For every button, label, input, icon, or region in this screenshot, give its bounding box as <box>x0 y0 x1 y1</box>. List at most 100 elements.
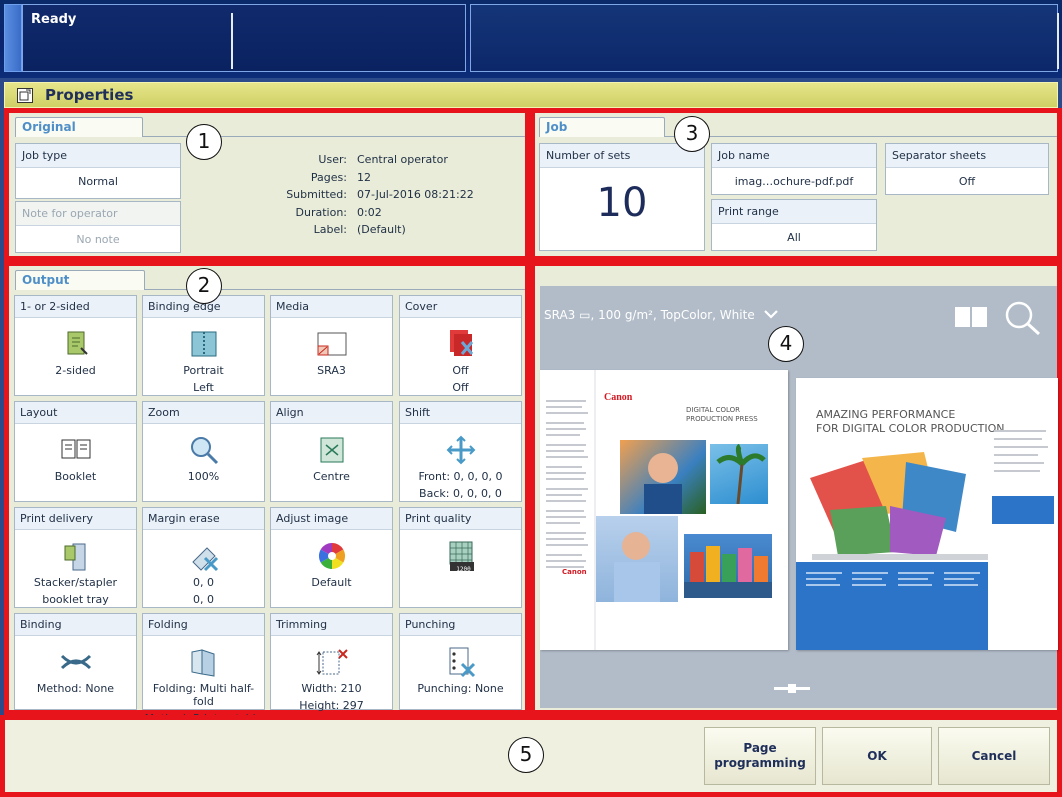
page-programming-button[interactable]: Page programming <box>704 727 816 785</box>
output-card-value: Off <box>452 364 469 377</box>
output-card-adjust-image[interactable]: Adjust image Default <box>270 507 393 608</box>
callout-3: 3 <box>674 116 710 152</box>
page-text-column <box>994 430 1052 492</box>
status-panel[interactable]: Ready <box>22 4 466 72</box>
output-card-label: Print quality <box>400 508 521 530</box>
page-navigation-handle[interactable] <box>774 682 810 697</box>
tab-job[interactable]: Job <box>539 117 665 137</box>
note-for-operator-field: Note for operator No note <box>15 201 181 253</box>
ok-button[interactable]: OK <box>822 727 932 785</box>
job-name-label: Job name <box>712 144 876 168</box>
job-type-label: Job type <box>16 144 180 168</box>
output-card-value: Folding: Multi half-fold <box>152 682 255 708</box>
output-card-value: Off <box>452 381 469 394</box>
number-of-sets-field[interactable]: Number of sets 10 <box>539 143 705 251</box>
separator-sheets-label: Separator sheets <box>886 144 1048 168</box>
output-card-value: 100% <box>187 470 220 483</box>
info-row-duration: Duration: 0:02 <box>197 206 474 224</box>
output-card-shift[interactable]: Shift Front: 0, 0, 0, 0 Back: 0, 0, 0, 0 <box>399 401 522 502</box>
binding-icon <box>59 646 93 678</box>
job-type-value: Normal <box>78 175 118 188</box>
output-card-label: Zoom <box>143 402 264 424</box>
printer-image <box>812 554 988 560</box>
divider <box>1057 13 1059 69</box>
output-card-label: Shift <box>400 402 521 424</box>
page-text-column <box>544 392 592 622</box>
output-card-label: Align <box>271 402 392 424</box>
output-card-margin-erase[interactable]: Margin erase 0, 0 0, 0 <box>142 507 265 608</box>
info-value: (Default) <box>357 223 406 236</box>
info-key: Duration: <box>295 205 347 219</box>
output-card-label: Layout <box>15 402 136 424</box>
number-of-sets-value: 10 <box>596 180 648 226</box>
output-card-label: Media <box>271 296 392 318</box>
preview-page-left[interactable]: Canon DIGITAL COLOR PRODUCTION PRESS Can… <box>540 370 788 650</box>
photo-tile <box>620 440 706 514</box>
margin-erase-icon <box>187 540 221 572</box>
output-card-cover[interactable]: Cover Off Off <box>399 295 522 396</box>
output-card-punching[interactable]: Punching Punching: None <box>399 613 522 710</box>
output-card-zoom[interactable]: Zoom 100% <box>142 401 265 502</box>
job-type-field[interactable]: Job type Normal <box>15 143 181 199</box>
output-card-align[interactable]: Align Centre <box>270 401 393 502</box>
callout-1: 1 <box>186 124 222 160</box>
tab-output[interactable]: Output <box>15 270 145 290</box>
divider <box>231 13 233 69</box>
output-card-binding-edge[interactable]: Binding edge Portrait Left <box>142 295 265 396</box>
chevron-down-icon[interactable] <box>759 308 779 322</box>
output-card-print-quality[interactable]: Print quality 1200 <box>399 507 522 608</box>
output-card-value: 0, 0 <box>193 576 214 589</box>
tab-original[interactable]: Original <box>15 117 143 137</box>
output-card-value: Stacker/stapler <box>33 576 118 589</box>
layout-icon <box>59 434 93 466</box>
status-panel-right[interactable] <box>470 4 1059 72</box>
separator-sheets-field[interactable]: Separator sheets Off <box>885 143 1049 195</box>
output-card-label: Binding <box>15 614 136 636</box>
media-icon <box>315 328 349 360</box>
preview-page-right[interactable]: AMAZING PERFORMANCE FOR DIGITAL COLOR PR… <box>796 378 1058 650</box>
magnifier-icon[interactable] <box>1004 300 1042 339</box>
info-key: User: <box>318 153 347 166</box>
output-card-binding[interactable]: Binding Method: None <box>14 613 137 710</box>
note-label: Note for operator <box>16 202 180 226</box>
canon-logo: Canon <box>604 392 633 403</box>
page-divider <box>594 370 596 650</box>
output-card-1-or-2-sided[interactable]: 1- or 2-sided 2-sided <box>14 295 137 396</box>
output-card-value: Method: None <box>36 682 115 695</box>
note-value: No note <box>76 233 120 246</box>
output-card-media[interactable]: Media SRA3 <box>270 295 393 396</box>
two-sided-icon <box>59 328 93 360</box>
page-headline: DIGITAL COLOR PRODUCTION PRESS <box>686 406 758 424</box>
blue-band <box>796 562 988 650</box>
output-card-folding[interactable]: FoldingFolding: Multi half-foldMethod: P… <box>142 613 265 725</box>
job-name-field[interactable]: Job name imag…ochure-pdf.pdf <box>711 143 877 195</box>
page-programming-label: Page programming <box>714 741 806 770</box>
print-range-value: All <box>787 231 801 244</box>
media-summary[interactable]: SRA3 ▭, 100 g/m², TopColor, White <box>544 308 779 322</box>
output-card-layout[interactable]: Layout Booklet <box>14 401 137 502</box>
output-card-value: 0, 0 <box>193 593 214 606</box>
info-key: Pages: <box>310 170 347 184</box>
separator-sheets-value: Off <box>958 175 976 188</box>
output-card-value: Portrait <box>183 364 224 377</box>
info-row-pages: Pages: 12 <box>197 171 474 189</box>
output-card-print-delivery[interactable]: Print delivery Stacker/stapler booklet tra… <box>14 507 137 608</box>
cancel-button[interactable]: Cancel <box>938 727 1050 785</box>
headline-line-2: FOR DIGITAL COLOR PRODUCTION <box>816 422 1005 435</box>
output-card-label: 1- or 2-sided <box>15 296 136 318</box>
binding-edge-icon <box>187 328 221 360</box>
color-wheel-icon <box>315 540 349 572</box>
output-card-trimming[interactable]: Trimming Width: 210 Height: 297 <box>270 613 393 712</box>
callout-2: 2 <box>186 268 222 304</box>
info-key: Submitted: <box>286 188 347 201</box>
photo-tile <box>684 534 772 598</box>
print-quality-badge: 1200 <box>456 566 471 573</box>
book-view-icon[interactable] <box>954 304 988 333</box>
punching-icon <box>444 646 478 678</box>
properties-icon <box>17 88 33 103</box>
photo-tile <box>710 443 768 505</box>
info-value: 12 <box>357 170 371 184</box>
output-card-value: Booklet <box>54 470 97 483</box>
output-card-label: Punching <box>400 614 521 636</box>
print-range-field[interactable]: Print range All <box>711 199 877 251</box>
